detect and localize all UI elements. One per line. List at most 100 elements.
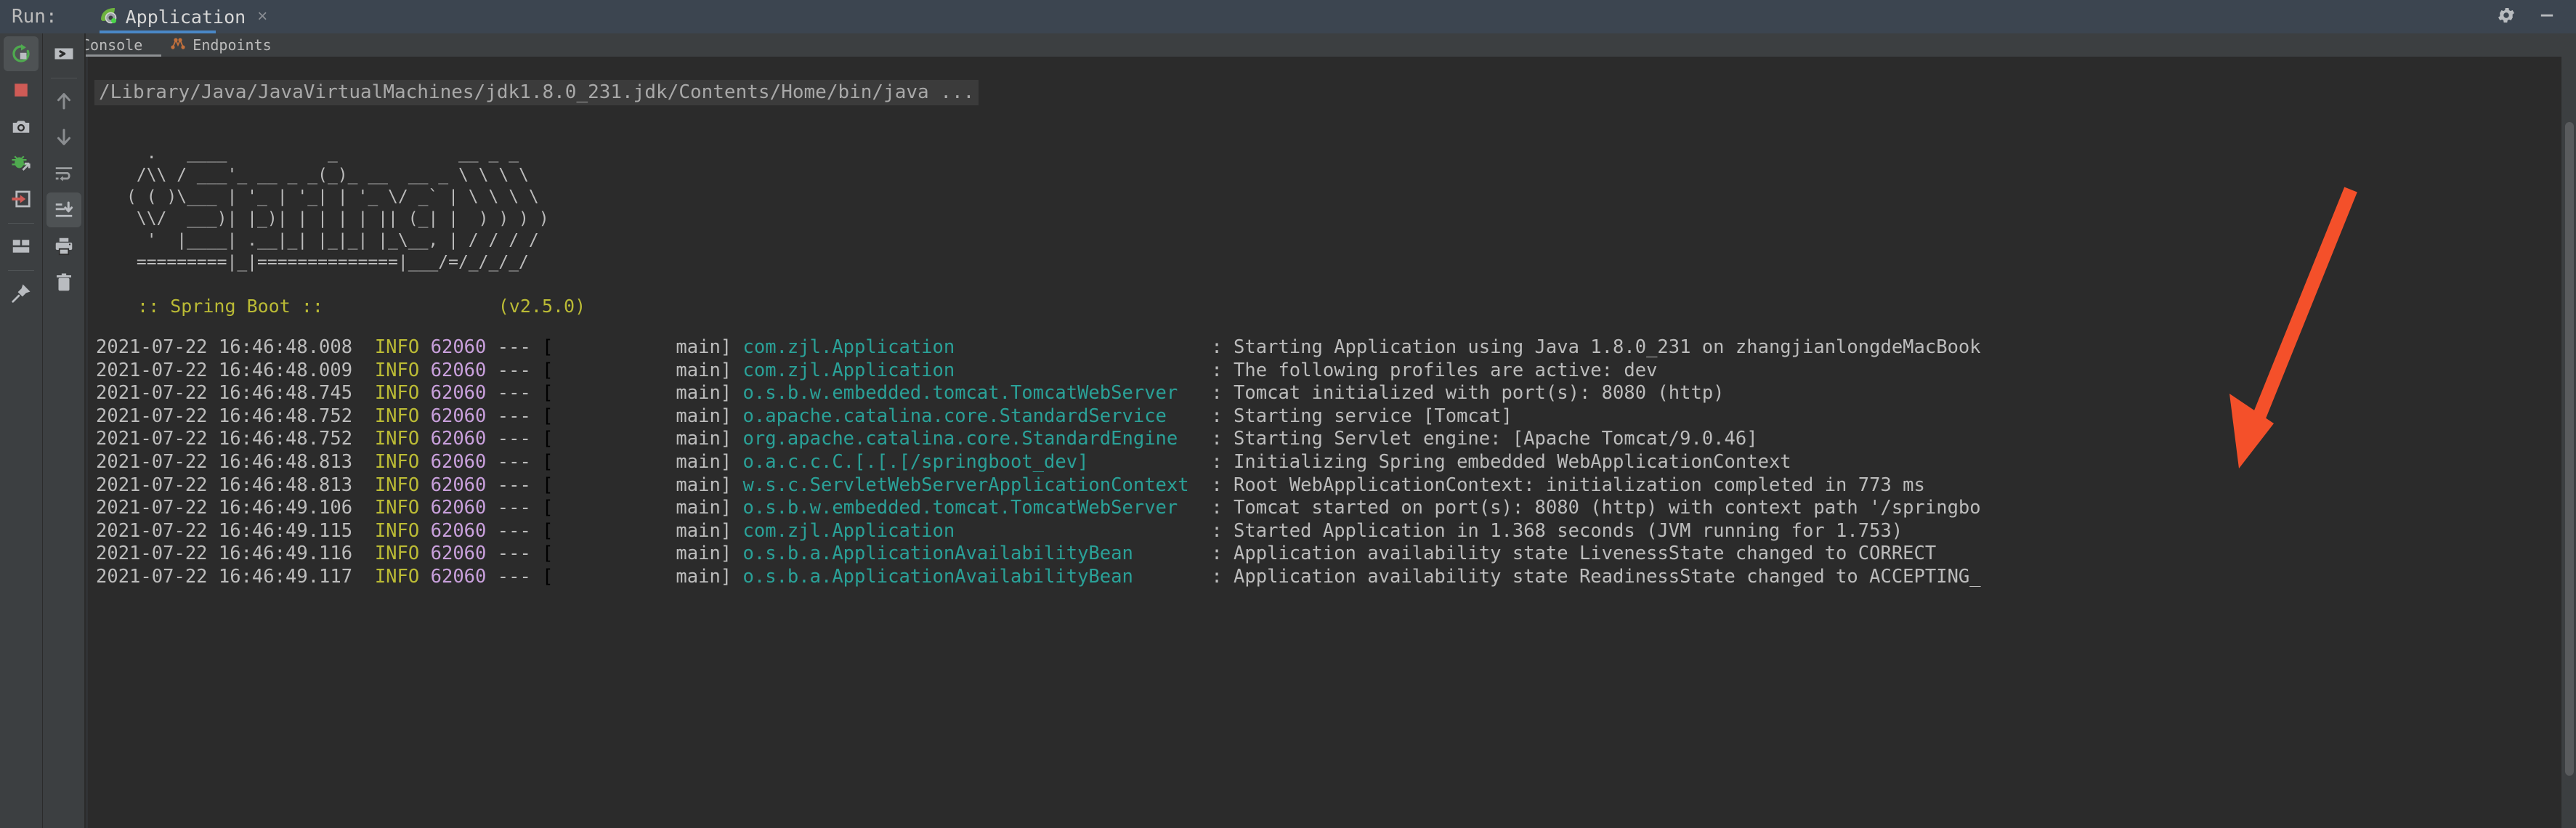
log-pid: 62060 xyxy=(430,359,487,381)
log-level: INFO xyxy=(374,428,420,450)
log-separator: --- xyxy=(497,382,531,405)
log-message: : The following profiles are active: dev xyxy=(1211,359,1658,381)
log-line: 2021-07-22 16:46:48.009 INFO 62060 --- [… xyxy=(96,359,1658,381)
java-command-line: /Library/Java/JavaVirtualMachines/jdk1.8… xyxy=(94,80,979,105)
log-separator: --- xyxy=(497,428,531,450)
log-message: : Root WebApplicationContext: initializa… xyxy=(1211,474,1925,496)
log-thread: main] xyxy=(553,428,732,450)
tab-application[interactable]: Application × xyxy=(94,0,272,33)
log-level: INFO xyxy=(374,405,420,427)
soft-wrap-icon xyxy=(55,167,73,182)
log-separator: --- xyxy=(497,565,531,588)
console-scrollbar-thumb[interactable] xyxy=(2565,122,2574,776)
log-pid: 62060 xyxy=(430,497,487,519)
attach-button[interactable] xyxy=(4,182,39,216)
log-thread: main] xyxy=(553,474,732,496)
tab-endpoints[interactable]: Endpoints xyxy=(166,33,275,57)
log-separator: --- xyxy=(497,519,531,542)
log-message: : Application availability state Readine… xyxy=(1211,565,1981,588)
log-level: INFO xyxy=(374,336,420,358)
layout-button[interactable] xyxy=(4,229,39,264)
log-pid: 62060 xyxy=(430,565,487,588)
red-arrow-annotation xyxy=(2229,187,2357,468)
log-timestamp: 2021-07-22 16:46:48.745 xyxy=(96,382,353,405)
log-timestamp: 2021-07-22 16:46:48.813 xyxy=(96,450,353,473)
printer-icon xyxy=(55,238,73,256)
log-line: 2021-07-22 16:46:49.117 INFO 62060 --- [… xyxy=(96,565,1981,588)
console-subtabs: Console Endpoints xyxy=(54,33,276,57)
console-actions-toolbar xyxy=(43,33,85,828)
log-separator: --- xyxy=(497,336,531,358)
log-separator: --- xyxy=(497,450,531,473)
log-message: : Tomcat initialized with port(s): 8080 … xyxy=(1211,382,1725,405)
log-message: : Initializing Spring embedded WebApplic… xyxy=(1211,450,1791,473)
rerun-button[interactable] xyxy=(4,36,39,71)
log-level: INFO xyxy=(374,450,420,473)
console-scrollbar[interactable] xyxy=(2563,57,2576,828)
camera-icon xyxy=(12,121,30,133)
log-line: 2021-07-22 16:46:49.115 INFO 62060 --- [… xyxy=(96,519,1903,542)
log-thread: main] xyxy=(553,497,732,519)
log-separator: --- xyxy=(497,405,531,427)
log-message: : Starting service [Tomcat] xyxy=(1211,405,1512,427)
scroll-to-end-button[interactable] xyxy=(46,192,81,227)
log-line: 2021-07-22 16:46:48.813 INFO 62060 --- [… xyxy=(96,450,1791,473)
log-message: : Application availability state Livenes… xyxy=(1211,543,1937,565)
minimize-icon[interactable] xyxy=(2537,5,2557,28)
log-logger: com.zjl.Application xyxy=(742,519,1200,542)
log-logger: o.apache.catalina.core.StandardService xyxy=(742,405,1200,427)
log-thread: main] xyxy=(553,543,732,565)
log-timestamp: 2021-07-22 16:46:48.813 xyxy=(96,474,353,496)
log-thread: main] xyxy=(553,565,732,588)
log-timestamp: 2021-07-22 16:46:48.752 xyxy=(96,428,353,450)
stop-button[interactable] xyxy=(4,73,39,107)
debug-button[interactable] xyxy=(4,145,39,180)
close-icon[interactable]: × xyxy=(257,7,267,27)
log-line: 2021-07-22 16:46:48.745 INFO 62060 --- [… xyxy=(96,382,1725,405)
log-logger: o.s.b.w.embedded.tomcat.TomcatWebServer xyxy=(742,497,1200,519)
log-line: 2021-07-22 16:46:48.813 INFO 62060 --- [… xyxy=(96,474,1925,496)
log-line: 2021-07-22 16:46:49.116 INFO 62060 --- [… xyxy=(96,543,1937,565)
screenshot-button[interactable] xyxy=(4,109,39,144)
log-thread: main] xyxy=(553,450,732,473)
expand-console-button[interactable] xyxy=(46,36,81,71)
log-timestamp: 2021-07-22 16:46:49.117 xyxy=(96,565,353,588)
log-pid: 62060 xyxy=(430,336,487,358)
log-pid: 62060 xyxy=(430,474,487,496)
log-message: : Started Application in 1.368 seconds (… xyxy=(1211,519,1903,542)
log-level: INFO xyxy=(374,474,420,496)
console-subtabs-bar: Console Endpoints xyxy=(0,33,2576,57)
log-level: INFO xyxy=(374,382,420,405)
gear-icon[interactable] xyxy=(2496,5,2516,28)
log-message: : Starting Servlet engine: [Apache Tomca… xyxy=(1211,428,1758,450)
log-pid: 62060 xyxy=(430,450,487,473)
log-message: : Starting Application using Java 1.8.0_… xyxy=(1211,336,1981,358)
log-logger: o.s.b.w.embedded.tomcat.TomcatWebServer xyxy=(742,382,1200,405)
log-logger: com.zjl.Application xyxy=(742,336,1200,358)
chevron-right-box-icon xyxy=(54,48,73,60)
log-separator: --- xyxy=(497,543,531,565)
log-line: 2021-07-22 16:46:48.752 INFO 62060 --- [… xyxy=(96,405,1512,427)
tab-console-label: Console xyxy=(81,36,143,54)
toolbar-divider xyxy=(8,223,34,224)
pin-button[interactable] xyxy=(4,276,39,311)
print-button[interactable] xyxy=(46,229,81,264)
run-label: Run: xyxy=(12,6,57,28)
enter-arrow-box-icon xyxy=(12,190,31,208)
log-separator: --- xyxy=(497,474,531,496)
clear-all-button[interactable] xyxy=(46,265,81,300)
log-separator: --- xyxy=(497,359,531,381)
log-thread: main] xyxy=(553,382,732,405)
log-pid: 62060 xyxy=(430,382,487,405)
scroll-down-button[interactable] xyxy=(46,120,81,155)
pin-icon xyxy=(12,284,31,303)
layout-panels-icon xyxy=(12,240,30,253)
soft-wrap-button[interactable] xyxy=(46,156,81,191)
scroll-up-button[interactable] xyxy=(46,84,81,118)
log-line: 2021-07-22 16:46:48.008 INFO 62060 --- [… xyxy=(96,336,1981,358)
log-level: INFO xyxy=(374,519,420,542)
run-tool-window-titlebar: Run: Application × xyxy=(0,0,2576,33)
scroll-to-end-icon xyxy=(55,201,73,217)
console-output-panel[interactable]: /Library/Java/JavaVirtualMachines/jdk1.8… xyxy=(86,57,2561,828)
log-level: INFO xyxy=(374,359,420,381)
